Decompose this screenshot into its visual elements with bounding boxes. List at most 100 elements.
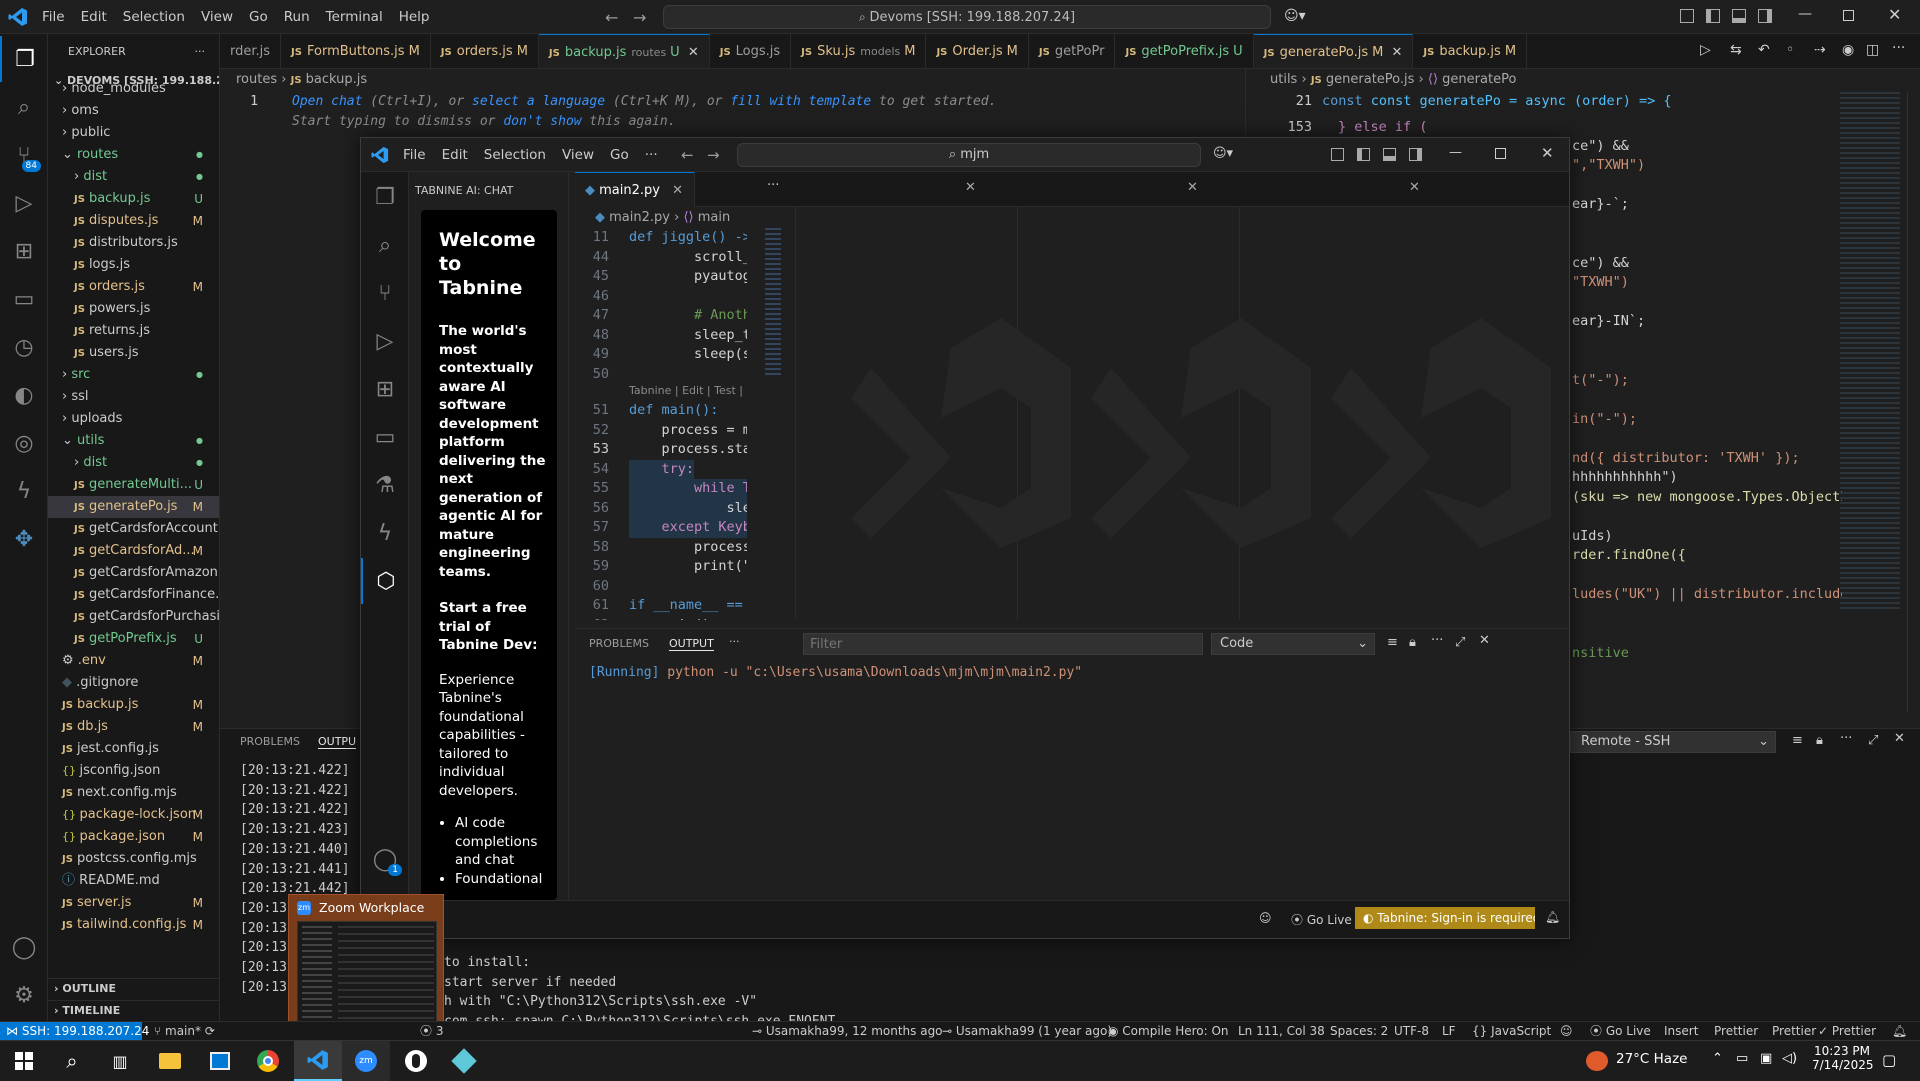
tab-output[interactable]: OUTPU bbox=[318, 735, 357, 749]
close-tab-icon[interactable]: ✕ bbox=[684, 45, 699, 60]
app-icon-circle[interactable] bbox=[392, 1041, 440, 1081]
breadcrumb-file[interactable]: backup.js bbox=[306, 72, 368, 87]
menu-view[interactable]: View bbox=[554, 138, 602, 172]
vscode-taskbar-icon[interactable] bbox=[294, 1041, 342, 1081]
outline-section[interactable]: › OUTLINE bbox=[48, 978, 219, 998]
file-explorer-icon[interactable] bbox=[146, 1041, 194, 1081]
menu-file[interactable]: File bbox=[34, 0, 73, 34]
notifications-icon[interactable]: 🔔︎ bbox=[1545, 910, 1560, 924]
end-of-line[interactable]: LF bbox=[1442, 1022, 1456, 1041]
tree-item[interactable]: JS server.js M bbox=[48, 892, 219, 914]
menu-selection[interactable]: Selection bbox=[115, 0, 193, 34]
lock-icon[interactable]: 🔒︎ bbox=[1816, 733, 1823, 748]
tree-item[interactable]: › public bbox=[48, 122, 219, 144]
editor-tab[interactable]: JS generatePo.js M ✕ bbox=[1253, 34, 1414, 68]
run-debug-icon[interactable]: ▷ bbox=[0, 180, 48, 226]
editor-tab[interactable]: JS backup.js routes U ✕ bbox=[538, 34, 710, 68]
run-debug-icon[interactable]: ▷ bbox=[361, 318, 409, 364]
notification-center-icon[interactable]: ▢ bbox=[1882, 1051, 1896, 1069]
breadcrumb-symbol[interactable]: main bbox=[698, 210, 730, 225]
remote-indicator[interactable]: ⋈ SSH: 199.188.207.24 bbox=[0, 1022, 149, 1041]
tab-problems[interactable]: PROBLEMS bbox=[589, 637, 649, 650]
maximize-panel-icon[interactable]: ⤢ bbox=[1868, 733, 1878, 748]
close-icon[interactable]: ✕ bbox=[1541, 144, 1554, 162]
list-icon[interactable]: ≡ bbox=[1792, 733, 1803, 748]
close-tab-icon[interactable]: ✕ bbox=[672, 183, 683, 198]
next-change-icon[interactable]: ⇢ bbox=[1814, 42, 1826, 58]
python-icon[interactable]: ✥ bbox=[0, 516, 48, 562]
tree-item[interactable]: JS distributors.js bbox=[48, 232, 219, 254]
tree-item[interactable]: JS disputes.js M bbox=[48, 210, 219, 232]
prettier-status[interactable]: Prettier bbox=[1772, 1022, 1816, 1041]
prettier-status[interactable]: ✓ Prettier bbox=[1818, 1022, 1876, 1041]
tree-item[interactable]: › dist ● bbox=[48, 166, 219, 188]
tree-item[interactable]: JS powers.js bbox=[48, 298, 219, 320]
editor-tab[interactable]: JS getPoPr bbox=[1029, 34, 1116, 68]
close-group-icon[interactable]: ✕ bbox=[1409, 180, 1420, 195]
copilot-status-icon[interactable]: ☺ bbox=[1259, 911, 1272, 925]
insert-mode[interactable]: Insert bbox=[1664, 1022, 1698, 1041]
close-icon[interactable]: ✕ bbox=[1888, 5, 1901, 24]
prettier-status[interactable]: Prettier bbox=[1714, 1022, 1758, 1041]
run-file-icon[interactable]: ▷ bbox=[1700, 42, 1711, 58]
menu-edit[interactable]: Edit bbox=[73, 0, 115, 34]
more-actions-icon[interactable]: ··· bbox=[1431, 633, 1443, 648]
scrollbar[interactable] bbox=[1907, 92, 1911, 712]
maximize-icon[interactable] bbox=[1495, 148, 1506, 159]
menu-edit[interactable]: Edit bbox=[434, 138, 476, 172]
forward-arrow-icon[interactable]: → bbox=[707, 146, 720, 164]
source-control-icon[interactable]: ⑂ 84 bbox=[0, 132, 48, 178]
copilot-icon[interactable]: ☺▾ bbox=[1213, 146, 1233, 161]
tree-item[interactable]: JS next.config.mjs bbox=[48, 782, 219, 804]
tree-item[interactable]: › uploads bbox=[48, 408, 219, 430]
toggle-panel-icon[interactable] bbox=[1732, 9, 1746, 23]
tree-item[interactable]: {} package-lock.json M bbox=[48, 804, 219, 826]
language-mode[interactable]: {} JavaScript bbox=[1472, 1022, 1551, 1041]
tabnine-icon[interactable]: ◐ bbox=[0, 372, 48, 418]
tree-item[interactable]: JS getCardsforFinance.js bbox=[48, 584, 219, 606]
tab-output[interactable]: OUTPUT bbox=[669, 637, 714, 651]
breadcrumb-symbol[interactable]: generatePo bbox=[1442, 72, 1516, 87]
timeline-section[interactable]: › TIMELINE bbox=[48, 1000, 219, 1020]
search-icon[interactable]: ⌕ bbox=[0, 84, 48, 130]
remote-explorer-icon[interactable]: ▭ bbox=[361, 414, 409, 460]
branch-indicator[interactable]: ⑂ main* ⟳ bbox=[154, 1022, 215, 1041]
zoom-taskbar-preview[interactable]: zm Zoom Workplace bbox=[288, 894, 444, 1036]
split-editor-icon[interactable]: ◫ bbox=[1866, 42, 1879, 58]
breadcrumb-file[interactable]: generatePo.js bbox=[1326, 72, 1415, 87]
toggle-sidebar-icon[interactable] bbox=[1357, 148, 1370, 161]
restore-icon[interactable] bbox=[1843, 10, 1854, 21]
git-blame-file[interactable]: ⊸ Usamakha99 (1 year ago) bbox=[942, 1022, 1112, 1041]
taskbar-search-icon[interactable]: ⌕ bbox=[48, 1041, 96, 1081]
editor-tab[interactable]: JS Logs.js bbox=[710, 34, 792, 68]
menu-more[interactable]: ··· bbox=[637, 138, 666, 172]
tree-item[interactable]: JS returns.js bbox=[48, 320, 219, 342]
gitlens-icon[interactable]: ◎ bbox=[0, 420, 48, 466]
panel-more-icon[interactable]: ··· bbox=[729, 635, 740, 648]
tree-item[interactable]: ◆ .gitignore bbox=[48, 672, 219, 694]
minimap[interactable] bbox=[765, 228, 781, 378]
close-group-icon[interactable]: ✕ bbox=[965, 180, 976, 195]
indentation[interactable]: Spaces: 2 bbox=[1330, 1022, 1388, 1041]
timeline-icon[interactable]: ◷ bbox=[0, 324, 48, 370]
toggle-sidebar-icon[interactable] bbox=[1706, 9, 1720, 23]
forward-arrow-icon[interactable]: → bbox=[633, 8, 646, 27]
tree-item[interactable]: JS postcss.config.mjs bbox=[48, 848, 219, 870]
close-panel-icon[interactable]: ✕ bbox=[1894, 731, 1905, 746]
network-icon[interactable]: ▣ bbox=[1760, 1051, 1772, 1066]
explorer-icon[interactable]: ❐ bbox=[361, 174, 409, 220]
tray-overflow-icon[interactable]: ⌃ bbox=[1712, 1051, 1723, 1066]
more-actions-icon[interactable]: ··· bbox=[195, 34, 206, 70]
select-language-link[interactable]: select a language bbox=[472, 94, 605, 109]
open-chat-link[interactable]: Open chat bbox=[292, 94, 362, 109]
output-channel-select[interactable]: Remote - SSH ⌄ bbox=[1570, 731, 1776, 753]
editor-tab[interactable]: rder.js bbox=[220, 34, 282, 68]
lock-icon[interactable]: 🔒︎ bbox=[1409, 635, 1416, 650]
account-icon[interactable]: ◯ bbox=[0, 924, 48, 970]
command-center-search[interactable]: ⌕ mjm bbox=[737, 143, 1201, 167]
close-group-icon[interactable]: ✕ bbox=[1187, 180, 1198, 195]
minimize-icon[interactable]: — bbox=[1798, 6, 1812, 22]
tab-problems[interactable]: PROBLEMS bbox=[240, 735, 300, 748]
tree-item[interactable]: {} jsconfig.json bbox=[48, 760, 219, 782]
minimize-icon[interactable]: — bbox=[1449, 145, 1462, 160]
